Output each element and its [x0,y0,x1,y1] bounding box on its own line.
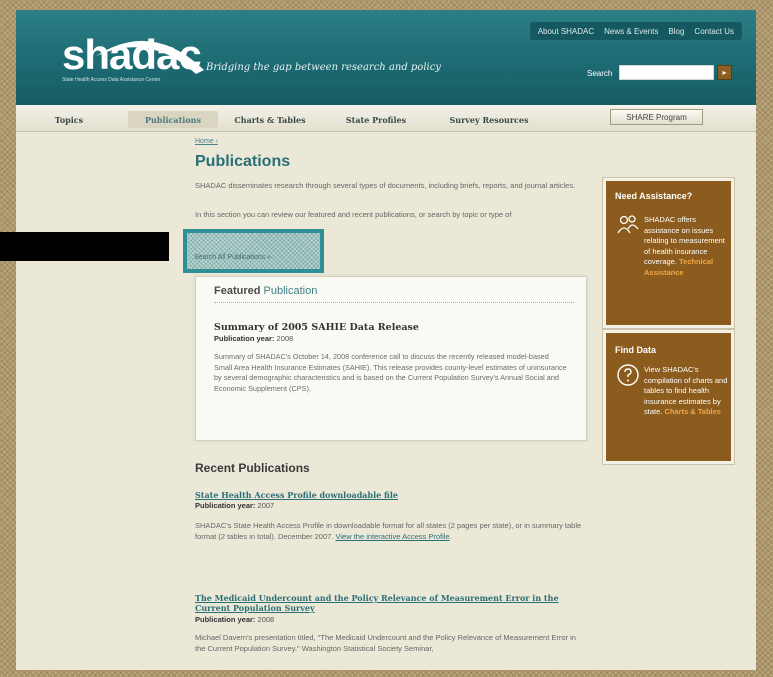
top-link-news[interactable]: News & Events [604,27,658,36]
header: About SHADAC News & Events Blog Contact … [16,10,756,105]
search-input[interactable] [619,65,714,80]
recent-pub-year-value-1: 2007 [257,501,275,510]
charts-tables-link[interactable]: Charts & Tables [664,407,721,416]
need-assistance-box: Need Assistance? SHADAC offers assistanc… [603,178,734,328]
search-go-button[interactable]: ▸ [717,65,732,80]
question-icon [617,364,639,386]
logo-swoosh-icon [96,40,204,74]
recent-pub-year-1: Publication year: 2007 [195,501,274,510]
search-label: Search [587,69,613,78]
recent-pub-year-label-1: Publication year: [195,501,256,510]
intro-paragraph-2: In this section you can review our featu… [195,210,512,219]
recent-publications-heading: Recent Publications [195,461,310,475]
recent-pub-desc-2: Michael Davern's presentation titled, "T… [195,633,576,653]
featured-publication-box: Featured Publication Summary of 2005 SAH… [195,276,587,441]
tab-charts-tables[interactable]: Charts & Tables [226,111,314,128]
view-access-profile-link[interactable]: View the interactive Access Profile [336,532,450,541]
featured-description: Summary of SHADAC's October 14, 2008 con… [214,352,567,393]
recent-pub-desc-1: SHADAC's State Health Access Profile in … [195,520,587,542]
recent-pub-year-2: Publication year: 2008 [195,615,274,624]
intro-paragraph: SHADAC disseminates research through sev… [195,181,576,190]
page-title: Publications [195,153,291,170]
tab-topics[interactable]: Topics [34,111,104,128]
tab-state-profiles[interactable]: State Profiles [332,111,420,128]
breadcrumb[interactable]: Home › [195,138,218,145]
page: About SHADAC News & Events Blog Contact … [16,10,756,670]
top-nav: About SHADAC News & Events Blog Contact … [529,22,742,40]
share-program-button[interactable]: SHARE Program [610,109,703,125]
search-all-publications-link[interactable]: Search All Publications » [183,229,324,273]
top-link-blog[interactable]: Blog [668,27,684,36]
need-assistance-text: SHADAC offers assistance on issues relat… [644,215,732,278]
redaction-bar [0,232,169,261]
site-tagline: Bridging the gap between research and po… [206,62,441,73]
recent-pub-title-1[interactable]: State Health Access Profile downloadable… [195,490,585,500]
recent-pub-year-value-2: 2008 [257,615,275,624]
need-assistance-title: Need Assistance? [615,191,693,201]
people-icon [617,215,639,234]
top-link-contact[interactable]: Contact Us [694,27,734,36]
find-data-text: View SHADAC's compilation of charts and … [644,365,732,418]
tab-survey-resources[interactable]: Survey Resources [434,111,544,128]
tab-publications[interactable]: Publications [128,111,218,128]
find-data-box: Find Data View SHADAC's compilation of c… [603,330,734,464]
top-link-about[interactable]: About SHADAC [538,27,594,36]
site-logo[interactable]: shadac State Health Access Data Assistan… [62,34,204,83]
search-all-label: Search All Publications » [194,254,272,261]
recent-pub-year-label-2: Publication year: [195,615,256,624]
featured-year-value: 2008 [276,334,294,343]
featured-heading-bold: Featured [214,285,261,297]
featured-year: Publication year: 2008 [214,334,293,343]
main-nav: Topics Publications Charts & Tables Stat… [16,105,756,132]
featured-heading-rest: Publication [263,285,318,297]
recent-pub-desc-end-1: . [449,532,452,541]
featured-heading: Featured Publication [214,285,574,303]
featured-year-label: Publication year: [214,334,275,343]
featured-title[interactable]: Summary of 2005 SAHIE Data Release [214,322,419,333]
find-data-title: Find Data [615,345,657,355]
recent-pub-title-2[interactable]: The Medicaid Undercount and the Policy R… [195,593,575,613]
